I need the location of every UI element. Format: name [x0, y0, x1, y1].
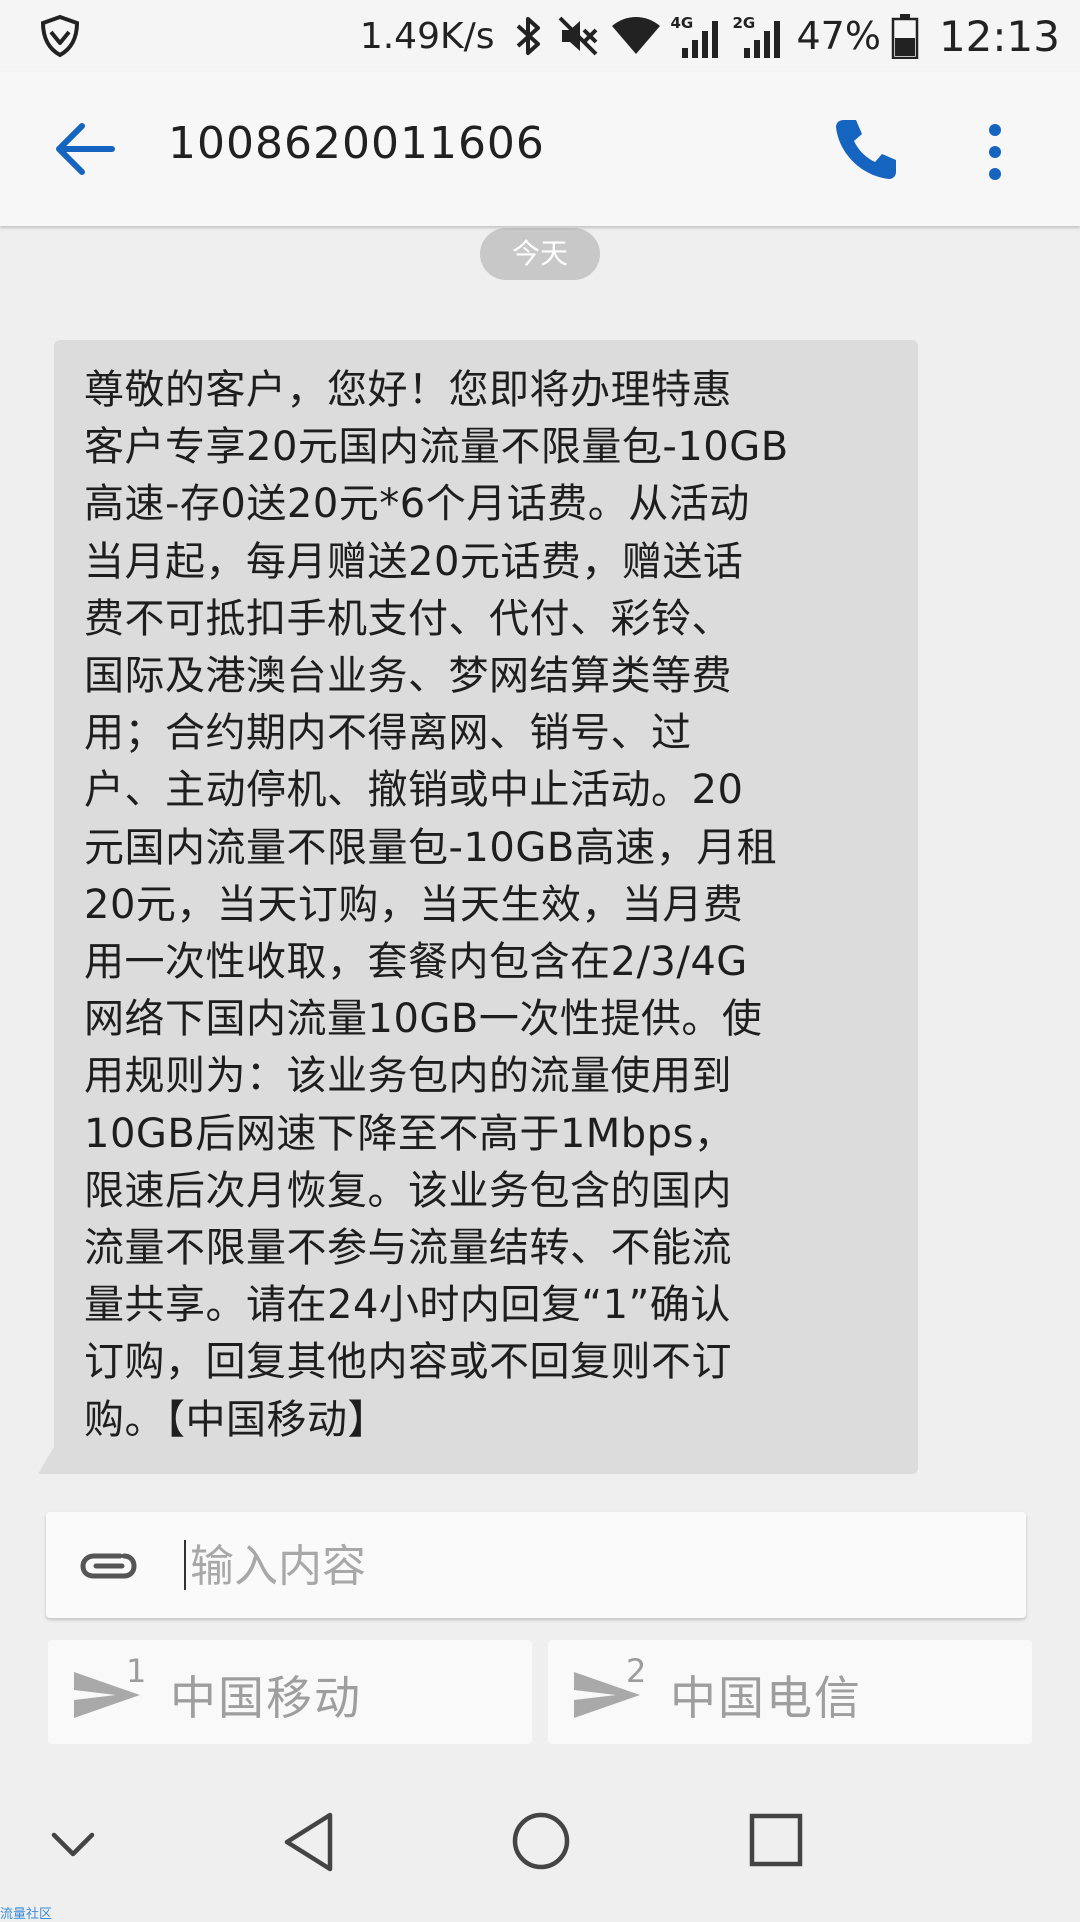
network-speed: 1.49K/s — [359, 15, 495, 57]
date-chip: 今天 — [480, 228, 600, 280]
message-line: 元国内流量不限量包-10GB高速，月租 — [84, 824, 778, 871]
message-line: 客户专享20元国内流量不限量包-10GB — [84, 424, 789, 471]
bubble-tail — [38, 1440, 58, 1474]
message-line: 用；合约期内不得离网、销号、过 — [84, 710, 692, 757]
app-bar: 1008620011606 — [0, 72, 1080, 226]
conversation-title: 1008620011606 — [168, 118, 545, 169]
text-caret — [184, 1540, 186, 1590]
send-label: 中国电信 — [670, 1671, 862, 1725]
sim-number: 2 — [626, 1652, 647, 1690]
message-line: 用规则为：该业务包内的流量使用到 — [84, 1053, 732, 1100]
message-line: 购。【中国移动】 — [84, 1396, 388, 1443]
compose-bar — [46, 1512, 1026, 1618]
send-button-sim1[interactable]: 1 中国移动 — [48, 1640, 532, 1744]
message-line: 高速-存0送20元*6个月话费。从活动 — [84, 481, 750, 528]
status-bar: 1.49K/s 4G 2G 47% 12:13 — [0, 0, 1080, 72]
message-line: 订购，回复其他内容或不回复则不订 — [84, 1339, 732, 1386]
signal-icon — [744, 21, 781, 58]
mute-icon — [559, 16, 598, 56]
message-line: 网络下国内流量10GB一次性提供。使 — [84, 996, 763, 1043]
message-line: 限速后次月恢复。该业务包含的国内 — [84, 1167, 732, 1214]
send-button-sim2[interactable]: 2 中国电信 — [548, 1640, 1032, 1744]
message-line: 20元，当天订购，当天生效，当月费 — [84, 881, 744, 928]
wifi-icon — [612, 17, 661, 54]
message-line: 流量不限量不参与流量结转、不能流 — [84, 1225, 732, 1272]
battery-percent: 47% — [796, 14, 881, 58]
bluetooth-icon — [517, 17, 541, 55]
message-line: 用一次性收取，套餐内包含在2/3/4G — [84, 939, 748, 986]
send-label: 中国移动 — [170, 1671, 362, 1725]
battery-icon — [891, 14, 919, 59]
arrow-back-icon[interactable] — [50, 116, 120, 182]
signal-icon — [682, 21, 719, 58]
phone-icon[interactable] — [830, 114, 900, 184]
message-line: 户、主动停机、撤销或中止活动。20 — [84, 767, 744, 814]
message-bubble[interactable]: 尊敬的客户，您好！您即将办理特惠客户专享20元国内流量不限量包-10GB 高速-存… — [54, 340, 918, 1474]
message-line: 当月起，每月赠送20元话费，赠送话 — [84, 538, 744, 585]
home-circle-icon[interactable] — [510, 1810, 572, 1872]
chevron-down-icon[interactable] — [50, 1830, 96, 1860]
recents-square-icon[interactable] — [748, 1812, 804, 1868]
navigation-bar — [0, 1780, 1080, 1920]
status-indicators: 1.49K/s 4G 2G 47% 12:13 — [360, 0, 1060, 72]
shield-icon — [40, 14, 80, 58]
message-line: 量共享。请在24小时内回复“1”确认 — [84, 1282, 731, 1329]
signal-2g: 2G — [732, 8, 786, 64]
more-vert-icon[interactable] — [975, 120, 1015, 184]
message-input[interactable] — [188, 1532, 992, 1600]
watermark: 流量社区 — [0, 1907, 53, 1922]
message-line: 国际及港澳台业务、梦网结算类等费 — [84, 653, 732, 700]
back-triangle-icon[interactable] — [280, 1810, 338, 1874]
signal-4g: 4G — [670, 8, 724, 64]
message-line: 10GB后网速下降至不高于1Mbps， — [84, 1110, 735, 1157]
paperclip-icon[interactable] — [76, 1542, 142, 1588]
sim-number: 1 — [126, 1652, 147, 1690]
message-line: 尊敬的客户，您好！您即将办理特惠 — [84, 367, 732, 413]
clock: 12:13 — [938, 11, 1060, 61]
message-text: 尊敬的客户，您好！您即将办理特惠客户专享20元国内流量不限量包-10GB 高速-存… — [84, 362, 894, 1449]
message-line: 费不可抵扣手机支付、代付、彩铃、 — [84, 595, 732, 642]
